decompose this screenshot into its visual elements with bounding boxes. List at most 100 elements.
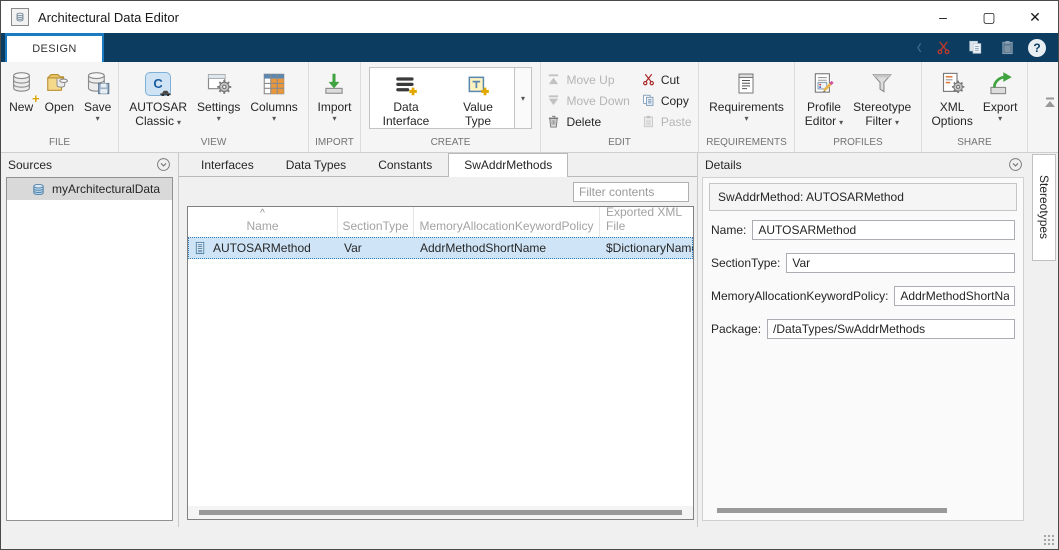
cut-button[interactable]: Cut xyxy=(638,69,696,90)
details-title: Details xyxy=(705,158,742,172)
ribbon-section-view: C AUTOSAR Classic▾ xyxy=(119,62,309,152)
value-type-button[interactable]: Value Type xyxy=(442,68,514,128)
architectural-data-editor-window: Architectural Data Editor – ▢ ✕ DESIGN ‹ xyxy=(0,0,1059,550)
source-item-myarchitecturaldata[interactable]: myArchitecturalData xyxy=(7,178,172,200)
stereotype-filter-button[interactable]: Stereotype Filter▾ xyxy=(848,65,916,130)
table-horizontal-scrollbar[interactable] xyxy=(188,506,693,519)
resize-grip[interactable] xyxy=(1043,534,1055,546)
scrollbar-thumb[interactable] xyxy=(199,510,682,515)
settings-label: Settings xyxy=(197,100,240,114)
paste-icon xyxy=(996,37,1018,59)
database-glyph xyxy=(14,11,26,23)
profile-editor-label-line2: Editor▾ xyxy=(805,114,843,130)
copy-icon[interactable] xyxy=(964,37,986,59)
stereotype-filter-icon xyxy=(869,67,895,100)
import-dropdown-arrow-icon: ▾ xyxy=(332,114,336,123)
filter-contents-input[interactable] xyxy=(573,182,689,202)
create-gallery-dropdown[interactable]: ▾ xyxy=(514,68,531,128)
export-button[interactable]: Export ▾ xyxy=(978,65,1023,123)
data-interface-button[interactable]: Data Interface xyxy=(370,68,442,128)
copy-button[interactable]: Copy xyxy=(638,90,696,111)
import-icon xyxy=(321,67,347,100)
details-horizontal-scrollbar[interactable] xyxy=(717,508,947,513)
profile-editor-label-line1: Profile xyxy=(807,100,841,114)
delete-button[interactable]: Delete xyxy=(543,111,633,132)
export-icon xyxy=(987,67,1014,100)
import-label: Import xyxy=(317,100,351,114)
collapse-ribbon-icon[interactable] xyxy=(1042,97,1058,109)
maximize-button[interactable]: ▢ xyxy=(966,1,1012,33)
table-row-autosarmethod[interactable]: AUTOSARMethod Var AddrMethodShortName $D… xyxy=(188,237,693,259)
name-field-input[interactable] xyxy=(752,220,1015,240)
tab-interfaces[interactable]: Interfaces xyxy=(185,153,270,176)
profile-editor-button[interactable]: Profile Editor▾ xyxy=(800,65,848,130)
open-button[interactable]: Open xyxy=(40,65,79,114)
ribbon-section-profiles: Profile Editor▾ Stereotype Filter▾ xyxy=(795,62,922,152)
minimize-button[interactable]: – xyxy=(920,1,966,33)
section-label-view: VIEW xyxy=(119,136,308,152)
cell-name: AUTOSARMethod xyxy=(188,241,338,255)
right-tab-strip: Stereotypes xyxy=(1030,153,1058,527)
details-content: SwAddrMethod: AUTOSARMethod Name: Sectio… xyxy=(702,177,1024,521)
column-header-exported-xml-file[interactable]: Exported XML File xyxy=(600,207,693,237)
tab-stereotypes[interactable]: Stereotypes xyxy=(1032,154,1056,261)
help-icon[interactable]: ? xyxy=(1028,39,1046,57)
move-down-icon xyxy=(547,94,560,107)
stereotypes-tab-label: Stereotypes xyxy=(1037,175,1051,239)
sources-collapse-icon[interactable] xyxy=(156,157,171,172)
cell-sectiontype: Var xyxy=(338,241,414,255)
column-header-sectiontype[interactable]: SectionType xyxy=(338,207,414,237)
ribbon: + New Open xyxy=(1,62,1058,153)
column-header-memoryallocationkeywordpolicy[interactable]: MemoryAllocationKeywordPolicy xyxy=(414,207,600,237)
data-interface-icon xyxy=(393,72,419,100)
details-collapse-icon[interactable] xyxy=(1008,157,1023,172)
center-toolbar xyxy=(179,177,697,206)
tab-constants[interactable]: Constants xyxy=(362,153,448,176)
quick-access-toolbar: ‹ xyxy=(917,33,1058,62)
copy-icon xyxy=(642,94,655,107)
save-button[interactable]: Save ▾ xyxy=(79,65,116,123)
sectiontype-field-input[interactable] xyxy=(786,253,1015,273)
value-type-label-line2: Type xyxy=(465,114,491,128)
tab-data-types[interactable]: Data Types xyxy=(270,153,362,176)
sort-ascending-icon: ^ xyxy=(260,210,265,219)
sources-list: myArchitecturalData xyxy=(6,177,173,521)
package-field-input[interactable] xyxy=(767,319,1015,339)
status-strip xyxy=(1,527,1058,549)
tab-swaddrmethods[interactable]: SwAddrMethods xyxy=(448,153,568,177)
app-icon xyxy=(11,8,29,26)
new-button[interactable]: + New xyxy=(3,65,40,114)
paste-button: Paste xyxy=(638,111,696,132)
section-label-requirements: REQUIREMENTS xyxy=(699,136,794,152)
import-button[interactable]: Import ▾ xyxy=(312,65,356,123)
xml-options-label-line1: XML xyxy=(940,100,965,114)
cut-icon[interactable] xyxy=(932,37,954,59)
ribbon-section-requirements: Requirements ▾ REQUIREMENTS xyxy=(699,62,795,152)
content-tabs: Interfaces Data Types Constants SwAddrMe… xyxy=(179,153,697,177)
main-area: Sources myArchitecturalData xyxy=(1,153,1058,527)
settings-button[interactable]: Settings ▾ xyxy=(192,65,245,123)
source-item-label: myArchitecturalData xyxy=(52,182,160,196)
window-controls: – ▢ ✕ xyxy=(920,1,1058,33)
details-object-title: SwAddrMethod: AUTOSARMethod xyxy=(709,183,1017,211)
memoryallocationkeywordpolicy-field-label: MemoryAllocationKeywordPolicy: xyxy=(711,289,888,303)
ribbon-section-share: XML Options Export ▾ SHARE xyxy=(922,62,1028,152)
memoryallocationkeywordpolicy-field-input[interactable] xyxy=(894,286,1015,306)
move-up-button: Move Up xyxy=(543,69,633,90)
table-header-row: ^ Name SectionType MemoryAllocationKeywo… xyxy=(188,207,693,237)
requirements-icon xyxy=(734,67,758,100)
export-label: Export xyxy=(983,100,1018,114)
autosar-classic-button[interactable]: C AUTOSAR Classic▾ xyxy=(124,65,192,130)
paste-clipboard-icon xyxy=(642,115,655,128)
close-button[interactable]: ✕ xyxy=(1012,1,1058,33)
tab-design[interactable]: DESIGN xyxy=(5,33,104,62)
title-bar: Architectural Data Editor – ▢ ✕ xyxy=(1,1,1058,33)
move-down-button: Move Down xyxy=(543,90,633,111)
xml-options-button[interactable]: XML Options xyxy=(926,65,977,128)
data-interface-label-line1: Data xyxy=(393,100,418,114)
cut-scissors-icon xyxy=(642,73,655,86)
column-header-name[interactable]: ^ Name xyxy=(188,207,338,237)
data-interface-label-line2: Interface xyxy=(383,114,430,128)
columns-button[interactable]: Columns ▾ xyxy=(245,65,302,123)
requirements-button[interactable]: Requirements ▾ xyxy=(704,65,789,123)
